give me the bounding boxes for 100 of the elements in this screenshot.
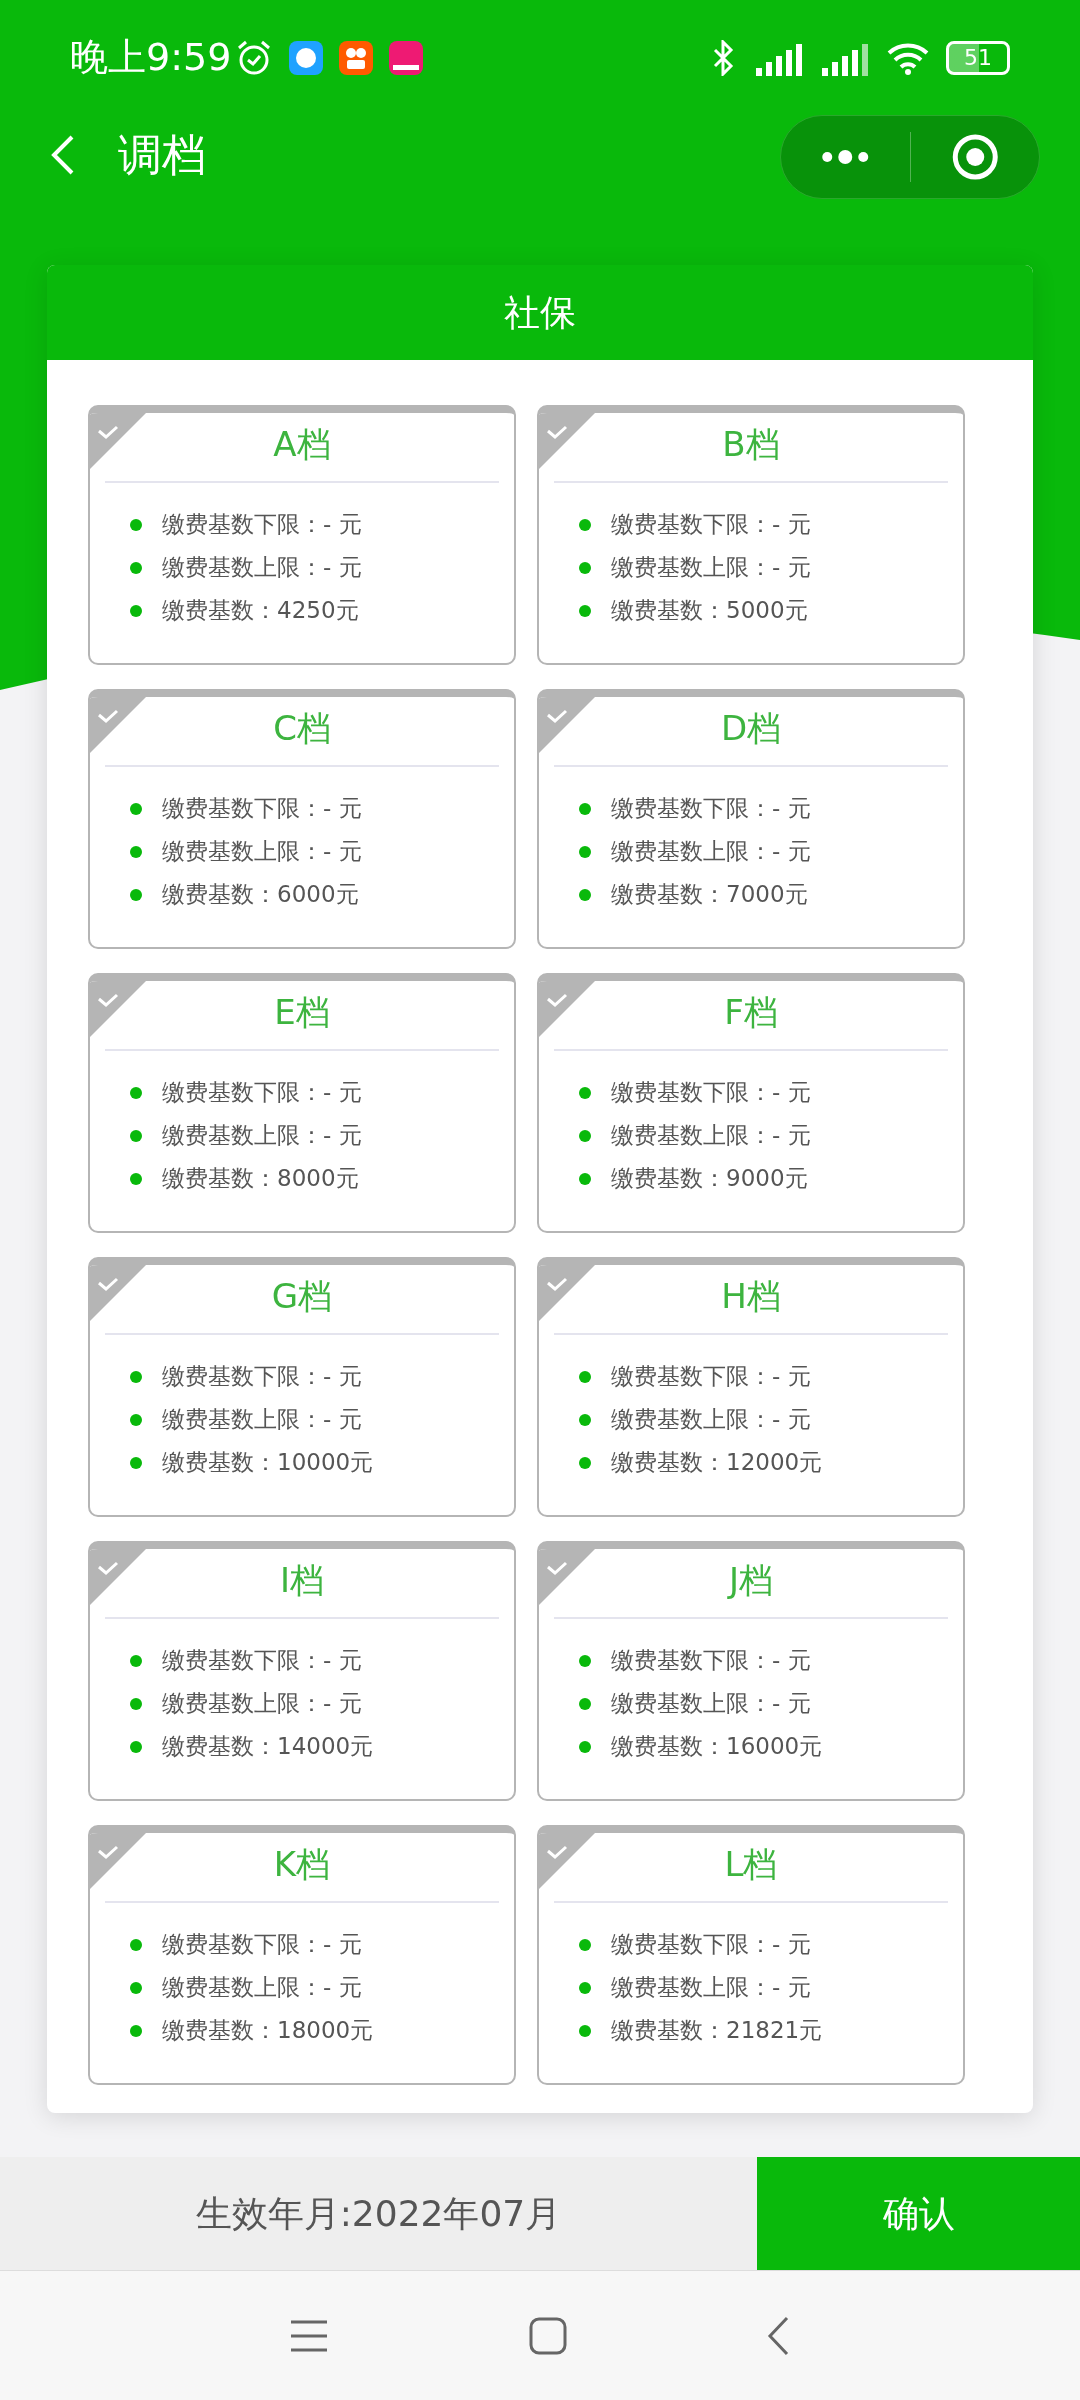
bullet-dot bbox=[579, 1129, 591, 1142]
check-icon bbox=[539, 1549, 595, 1605]
tier-detail: 缴费基数下限：- 元 bbox=[611, 794, 811, 824]
bullet-dot bbox=[579, 1981, 591, 1994]
home-icon[interactable] bbox=[529, 2316, 567, 2355]
tier-detail: 缴费基数：21821元 bbox=[611, 2016, 823, 2046]
tier-detail: 缴费基数下限：- 元 bbox=[611, 1078, 811, 1108]
bullet-dot bbox=[130, 1697, 142, 1710]
bullet-dot bbox=[130, 1654, 142, 1667]
tier-card[interactable]: H档 缴费基数下限：- 元 缴费基数上限：- 元 缴费基数：12000元 bbox=[537, 1257, 965, 1517]
check-icon bbox=[539, 981, 595, 1037]
bullet-dot bbox=[130, 1456, 142, 1469]
check-icon bbox=[90, 1833, 146, 1889]
effective-date: 生效年月:2022年07月 bbox=[195, 2191, 562, 2236]
tier-card[interactable]: E档 缴费基数下限：- 元 缴费基数上限：- 元 缴费基数：8000元 bbox=[88, 973, 516, 1233]
tier-detail: 缴费基数：12000元 bbox=[611, 1448, 823, 1478]
tier-detail: 缴费基数下限：- 元 bbox=[611, 1646, 811, 1676]
tier-detail: 缴费基数：10000元 bbox=[162, 1448, 374, 1478]
tier-detail: 缴费基数上限：- 元 bbox=[162, 1121, 362, 1151]
check-icon bbox=[90, 1265, 146, 1321]
check-icon bbox=[90, 697, 146, 753]
bullet-dot bbox=[579, 604, 591, 617]
bullet-dot bbox=[579, 802, 591, 815]
bullet-dot bbox=[130, 1413, 142, 1426]
bullet-dot bbox=[130, 1370, 142, 1383]
tier-detail: 缴费基数上限：- 元 bbox=[611, 1689, 811, 1719]
tier-detail: 缴费基数下限：- 元 bbox=[162, 1646, 362, 1676]
tier-detail: 缴费基数：7000元 bbox=[611, 880, 808, 910]
bullet-dot bbox=[579, 845, 591, 858]
app-icon bbox=[289, 40, 324, 75]
tier-card[interactable]: I档 缴费基数下限：- 元 缴费基数上限：- 元 缴费基数：14000元 bbox=[88, 1541, 516, 1801]
tier-detail: 缴费基数下限：- 元 bbox=[611, 1930, 811, 1960]
check-icon bbox=[539, 413, 595, 469]
tier-detail: 缴费基数上限：- 元 bbox=[611, 553, 811, 583]
tier-card[interactable]: G档 缴费基数下限：- 元 缴费基数上限：- 元 缴费基数：10000元 bbox=[88, 1257, 516, 1517]
bullet-dot bbox=[579, 2024, 591, 2037]
tier-detail: 缴费基数上限：- 元 bbox=[162, 1973, 362, 2003]
tier-card[interactable]: J档 缴费基数下限：- 元 缴费基数上限：- 元 缴费基数：16000元 bbox=[537, 1541, 965, 1801]
tier-detail: 缴费基数下限：- 元 bbox=[162, 1362, 362, 1392]
check-icon bbox=[90, 1549, 146, 1605]
bullet-dot bbox=[130, 561, 142, 574]
tier-detail: 缴费基数下限：- 元 bbox=[162, 510, 362, 540]
tier-card[interactable]: F档 缴费基数下限：- 元 缴费基数上限：- 元 缴费基数：9000元 bbox=[537, 973, 965, 1233]
tier-card[interactable]: K档 缴费基数下限：- 元 缴费基数上限：- 元 缴费基数：18000元 bbox=[88, 1825, 516, 2085]
bullet-dot bbox=[130, 1740, 142, 1753]
tier-card[interactable]: A档 缴费基数下限：- 元 缴费基数上限：- 元 缴费基数：4250元 bbox=[88, 405, 516, 665]
tier-detail: 缴费基数下限：- 元 bbox=[611, 510, 811, 540]
back-icon[interactable] bbox=[767, 2315, 791, 2356]
tier-detail: 缴费基数上限：- 元 bbox=[611, 1405, 811, 1435]
bullet-dot bbox=[579, 1697, 591, 1710]
bullet-dot bbox=[130, 1938, 142, 1951]
app-icon bbox=[389, 40, 424, 75]
bullet-dot bbox=[130, 1129, 142, 1142]
bullet-dot bbox=[579, 1938, 591, 1951]
bullet-dot bbox=[130, 1086, 142, 1099]
bullet-dot bbox=[579, 1456, 591, 1469]
bullet-dot bbox=[579, 561, 591, 574]
check-icon bbox=[539, 1833, 595, 1889]
check-icon bbox=[90, 413, 146, 469]
bullet-dot bbox=[130, 1172, 142, 1185]
check-icon bbox=[539, 697, 595, 753]
bullet-dot bbox=[579, 1086, 591, 1099]
check-icon bbox=[539, 1265, 595, 1321]
bullet-dot bbox=[579, 1172, 591, 1185]
tier-detail: 缴费基数：5000元 bbox=[611, 596, 808, 626]
bullet-dot bbox=[579, 1740, 591, 1753]
tier-detail: 缴费基数下限：- 元 bbox=[611, 1362, 811, 1392]
tier-detail: 缴费基数：18000元 bbox=[162, 2016, 374, 2046]
bullet-dot bbox=[579, 888, 591, 901]
bullet-dot bbox=[130, 2024, 142, 2037]
page-title: 调档 bbox=[118, 128, 206, 182]
bullet-dot bbox=[130, 845, 142, 858]
tier-detail: 缴费基数下限：- 元 bbox=[162, 1930, 362, 1960]
tier-card[interactable]: D档 缴费基数下限：- 元 缴费基数上限：- 元 缴费基数：7000元 bbox=[537, 689, 965, 949]
tier-detail: 缴费基数上限：- 元 bbox=[162, 553, 362, 583]
tier-detail: 缴费基数：16000元 bbox=[611, 1732, 823, 1762]
bullet-dot bbox=[130, 888, 142, 901]
check-icon bbox=[90, 981, 146, 1037]
bullet-dot bbox=[130, 604, 142, 617]
tier-detail: 缴费基数上限：- 元 bbox=[611, 1121, 811, 1151]
tier-detail: 缴费基数：9000元 bbox=[611, 1164, 808, 1194]
section-title: 社保 bbox=[47, 265, 1033, 360]
tier-detail: 缴费基数上限：- 元 bbox=[162, 1689, 362, 1719]
bullet-dot bbox=[579, 1413, 591, 1426]
tier-detail: 缴费基数下限：- 元 bbox=[162, 1078, 362, 1108]
tier-detail: 缴费基数：8000元 bbox=[162, 1164, 359, 1194]
bullet-dot bbox=[579, 518, 591, 531]
tier-detail: 缴费基数：4250元 bbox=[162, 596, 359, 626]
tier-card[interactable]: B档 缴费基数下限：- 元 缴费基数上限：- 元 缴费基数：5000元 bbox=[537, 405, 965, 665]
tier-card[interactable]: L档 缴费基数下限：- 元 缴费基数上限：- 元 缴费基数：21821元 bbox=[537, 1825, 965, 2085]
battery-indicator: 51 bbox=[946, 40, 1010, 75]
tier-detail: 缴费基数上限：- 元 bbox=[162, 1405, 362, 1435]
tier-detail: 缴费基数上限：- 元 bbox=[611, 1973, 811, 2003]
tier-detail: 缴费基数上限：- 元 bbox=[162, 837, 362, 867]
bullet-dot bbox=[579, 1370, 591, 1383]
bullet-dot bbox=[130, 802, 142, 815]
tier-detail: 缴费基数下限：- 元 bbox=[162, 794, 362, 824]
tier-card[interactable]: C档 缴费基数下限：- 元 缴费基数上限：- 元 缴费基数：6000元 bbox=[88, 689, 516, 949]
bullet-dot bbox=[130, 1981, 142, 1994]
bullet-dot bbox=[130, 518, 142, 531]
